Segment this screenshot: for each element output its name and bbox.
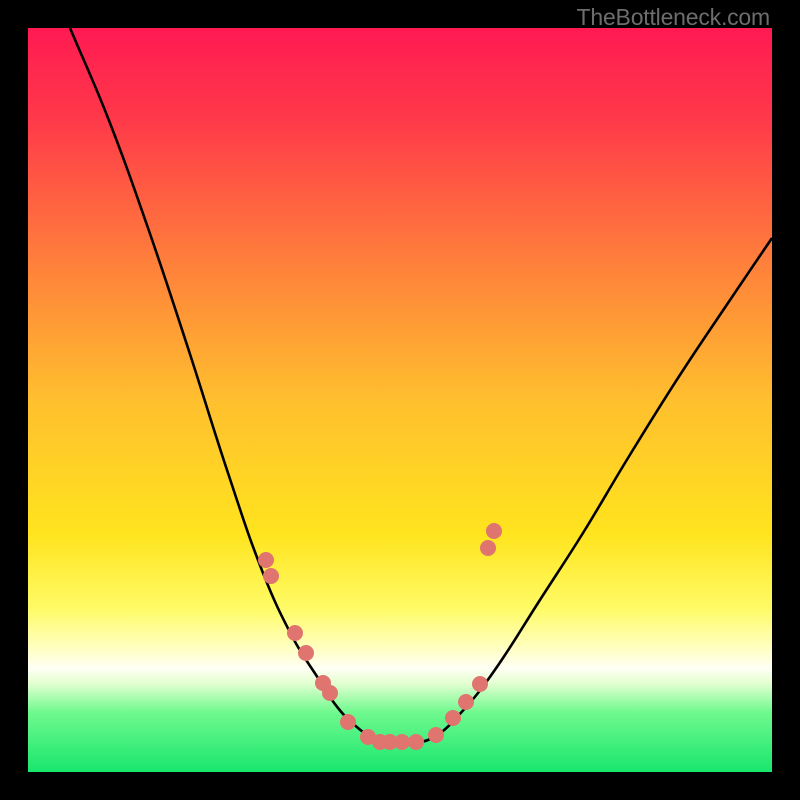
curve-marker — [322, 685, 338, 701]
curve-marker — [428, 727, 444, 743]
curve-marker — [486, 523, 502, 539]
curve-marker — [394, 734, 410, 750]
curve-marker — [472, 676, 488, 692]
chart-background — [28, 28, 772, 772]
curve-marker — [408, 734, 424, 750]
curve-marker — [458, 694, 474, 710]
curve-marker — [287, 625, 303, 641]
curve-marker — [263, 568, 279, 584]
curve-marker — [340, 714, 356, 730]
curve-marker — [258, 552, 274, 568]
curve-marker — [480, 540, 496, 556]
curve-marker — [445, 710, 461, 726]
bottleneck-chart — [28, 28, 772, 772]
watermark-text: TheBottleneck.com — [577, 4, 770, 31]
curve-marker — [298, 645, 314, 661]
